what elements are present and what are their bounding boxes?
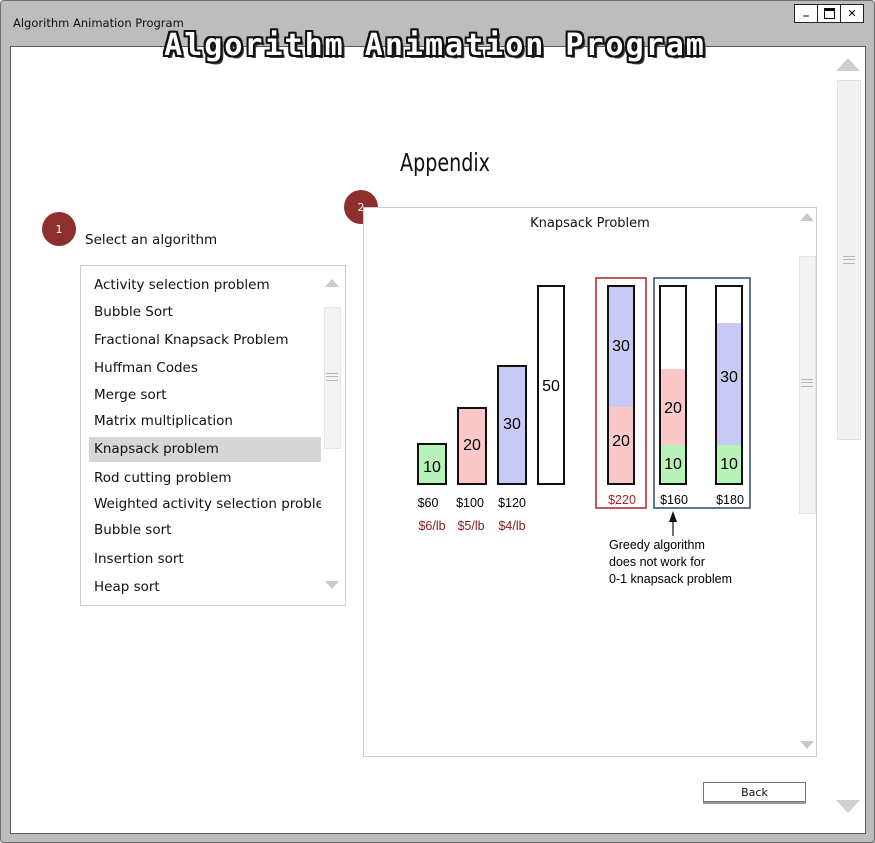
scroll-up-arrow-icon[interactable] [836, 58, 860, 71]
list-item-bubble-sort[interactable]: Bubble Sort [89, 300, 321, 325]
close-button[interactable]: ✕ [841, 4, 864, 23]
knapsack-capacity: 50 [542, 378, 560, 395]
note-arrow-icon [669, 511, 677, 522]
item-30-rate: $4/lb [498, 519, 525, 533]
optimal-30-label: 30 [612, 338, 630, 355]
item-10-rate: $6/lb [418, 519, 445, 533]
app-title: Algorithm Animation Program [164, 28, 706, 63]
item-20-weight: 20 [463, 437, 481, 454]
select-algorithm-label: Select an algorithm [85, 232, 218, 248]
list-scroll-down-icon[interactable] [325, 581, 339, 589]
greedy-160-20-label: 20 [664, 400, 682, 417]
optimal-total: $220 [608, 493, 636, 507]
greedy-160-total: $160 [660, 493, 688, 507]
list-scroll-grip-icon[interactable] [326, 373, 338, 381]
item-10-price: $60 [418, 496, 439, 510]
list-item-huffman-codes[interactable]: Huffman Codes [89, 356, 321, 381]
main-scroll-track[interactable] [837, 80, 861, 440]
greedy-160-10-label: 10 [664, 456, 682, 473]
minimize-icon: _ [803, 4, 809, 17]
illustration-panel: Knapsack Problem 10 20 30 50 $60 $100 $1… [363, 207, 817, 757]
scroll-grip-icon[interactable] [843, 256, 855, 264]
step-badge-1: 1 [42, 212, 76, 246]
list-item-fractional-knapsack[interactable]: Fractional Knapsack Problem [89, 328, 321, 353]
list-item-insertion-sort[interactable]: Insertion sort [89, 547, 321, 572]
maximize-button[interactable] [818, 4, 841, 23]
panel-scroll-down-icon[interactable] [800, 741, 814, 749]
list-item-merge-sort[interactable]: Merge sort [89, 383, 321, 408]
list-item-bubble-sort-2[interactable]: Bubble sort [89, 518, 321, 543]
panel-scroll-up-icon[interactable] [800, 213, 814, 221]
item-30-weight: 30 [503, 416, 521, 433]
main-scrollbar[interactable] [835, 52, 861, 827]
note-line-3: 0-1 knapsack problem [609, 572, 732, 586]
greedy-180-30-label: 30 [720, 369, 738, 386]
minimize-button[interactable]: _ [794, 4, 818, 23]
item-20-rate: $5/lb [457, 519, 484, 533]
list-item-heap-sort[interactable]: Heap sort [89, 575, 321, 600]
panel-title: Knapsack Problem [530, 216, 650, 231]
list-item-knapsack-problem[interactable]: Knapsack problem [89, 437, 321, 462]
algorithm-listbox[interactable]: Activity selection problem Bubble Sort F… [80, 265, 346, 606]
list-item-rod-cutting[interactable]: Rod cutting problem [89, 466, 321, 491]
note-line-2: does not work for [609, 555, 705, 569]
back-button[interactable]: Back [703, 782, 806, 802]
greedy-180-10-label: 10 [720, 456, 738, 473]
list-item-activity-selection[interactable]: Activity selection problem [89, 273, 321, 298]
list-item-weighted-activity[interactable]: Weighted activity selection proble [89, 492, 321, 517]
close-icon: ✕ [847, 7, 857, 20]
maximize-icon [823, 8, 835, 19]
panel-scroll-grip-icon[interactable] [801, 379, 813, 387]
optimal-20-label: 20 [612, 433, 630, 450]
panel-scroll-track[interactable] [799, 256, 816, 514]
scroll-down-arrow-icon[interactable] [836, 800, 860, 813]
note-line-1: Greedy algorithm [609, 538, 705, 552]
list-scroll-track[interactable] [324, 307, 341, 449]
knapsack-figure: 10 20 30 50 $60 $100 $120 $6/lb $5/lb $4… [417, 277, 751, 586]
window-controls: _ ✕ [794, 4, 864, 23]
greedy-180-empty [717, 287, 741, 323]
item-30-price: $120 [498, 496, 526, 510]
page-title: Appendix [399, 148, 490, 177]
item-10-weight: 10 [423, 459, 441, 476]
list-scroll-up-icon[interactable] [325, 279, 339, 287]
list-item-matrix-multiplication[interactable]: Matrix multiplication [89, 409, 321, 434]
greedy-160-empty [661, 287, 685, 369]
item-20-price: $100 [456, 496, 484, 510]
greedy-180-total: $180 [716, 493, 744, 507]
